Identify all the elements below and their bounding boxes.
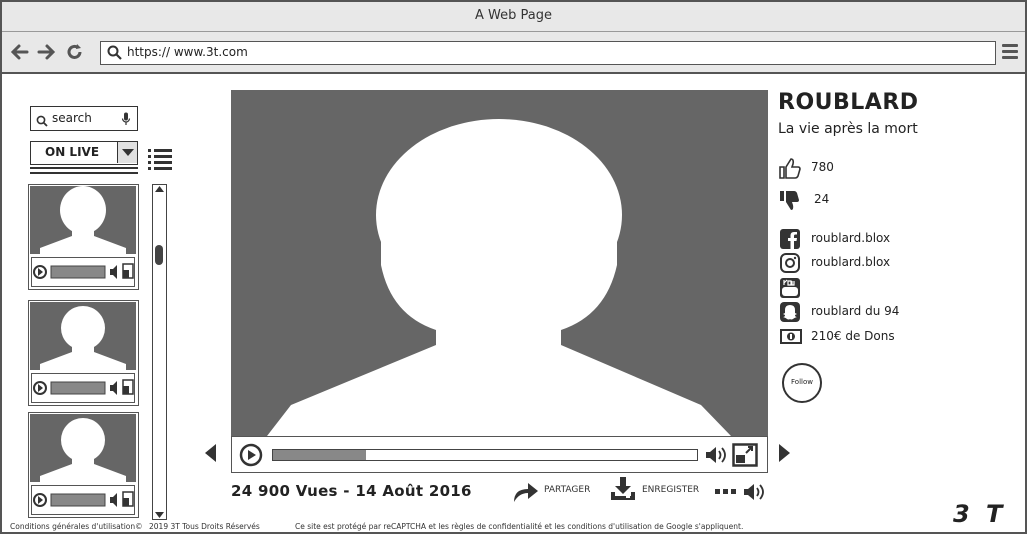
recaptcha-notice: Ce site est protégé par reCAPTCHA et les… <box>295 522 744 531</box>
channel-name: ROUBLARD <box>778 90 919 115</box>
dislikes-count: 24 <box>814 192 830 206</box>
mini-player-controls <box>31 373 135 403</box>
avatar-placeholder <box>30 302 136 370</box>
video-stats: 24 900 Vues - 14 Août 2016 <box>231 482 472 500</box>
snapchat-icon[interactable] <box>779 301 801 323</box>
reload-icon[interactable] <box>65 42 85 62</box>
mini-player-controls <box>31 485 135 515</box>
url-text: https:// www.3t.com <box>127 45 248 59</box>
search-placeholder: search <box>52 111 92 125</box>
back-icon[interactable] <box>10 42 30 62</box>
copyright-text: 2019 3T Tous Droits Réservés <box>149 522 260 531</box>
microphone-icon[interactable] <box>121 111 131 133</box>
volume-icon[interactable] <box>743 482 767 502</box>
share-button[interactable]: PARTAGER <box>544 485 590 495</box>
thumbs-down-icon[interactable] <box>779 189 801 211</box>
share-icon[interactable] <box>512 480 540 502</box>
instagram-handle: roublard.blox <box>811 255 891 269</box>
likes-count: 780 <box>811 160 834 174</box>
scroll-down-icon[interactable] <box>155 512 164 518</box>
next-video-icon[interactable] <box>778 444 790 462</box>
donations-amount: 210€ de Dons <box>811 329 895 343</box>
thumbs-up-icon[interactable] <box>779 157 801 179</box>
fullscreen-icon[interactable] <box>732 443 758 467</box>
mini-player-controls <box>31 257 135 287</box>
download-icon[interactable] <box>609 477 637 501</box>
video-thumbnail[interactable] <box>28 412 139 518</box>
video-thumbnail[interactable] <box>28 184 139 290</box>
previous-video-icon[interactable] <box>205 444 217 462</box>
more-options-icon[interactable] <box>715 489 737 495</box>
facebook-handle: roublard.blox <box>811 231 891 245</box>
play-icon[interactable] <box>239 443 263 467</box>
video-progress-bar[interactable] <box>272 449 698 461</box>
browser-window: A Web Page https:// www.3t.com search ON… <box>0 0 1027 534</box>
search-icon <box>107 45 122 67</box>
chevron-down-icon[interactable] <box>117 142 137 163</box>
scrollbar-thumb[interactable] <box>155 245 163 265</box>
money-icon[interactable] <box>779 326 802 348</box>
filter-selected-value: ON LIVE <box>45 145 100 159</box>
live-filter-dropdown[interactable]: ON LIVE <box>30 141 138 165</box>
follow-button[interactable]: Follow <box>782 363 822 403</box>
thumbnail-scrollbar[interactable] <box>152 184 167 520</box>
search-icon <box>36 112 48 134</box>
volume-icon[interactable] <box>705 445 727 465</box>
list-view-icon[interactable] <box>148 149 172 170</box>
video-avatar-placeholder <box>267 119 731 436</box>
window-title: A Web Page <box>2 2 1025 32</box>
hamburger-menu-icon[interactable] <box>1002 44 1018 60</box>
progress-fill <box>273 450 367 460</box>
address-bar[interactable]: https:// www.3t.com <box>100 41 996 65</box>
browser-toolbar: https:// www.3t.com <box>2 32 1025 74</box>
video-thumbnail[interactable] <box>28 300 139 406</box>
terms-link[interactable]: Conditions générales d'utilisation© <box>10 522 143 531</box>
youtube-icon[interactable] <box>779 277 801 299</box>
scroll-up-icon[interactable] <box>155 186 164 192</box>
search-input[interactable]: search <box>30 106 138 131</box>
video-controls <box>231 436 768 473</box>
forward-icon[interactable] <box>36 42 56 62</box>
avatar-placeholder <box>30 186 136 254</box>
channel-tagline: La vie après la mort <box>778 121 918 137</box>
snapchat-handle: roublard du 94 <box>811 304 900 318</box>
facebook-icon[interactable] <box>779 228 801 250</box>
avatar-placeholder <box>30 414 136 482</box>
video-player[interactable] <box>231 90 768 436</box>
instagram-icon[interactable] <box>779 252 801 274</box>
save-button[interactable]: ENREGISTER <box>642 485 699 495</box>
dropdown-underline <box>30 167 138 169</box>
dropdown-underline <box>30 172 138 174</box>
site-logo: 3 T <box>953 500 1007 528</box>
